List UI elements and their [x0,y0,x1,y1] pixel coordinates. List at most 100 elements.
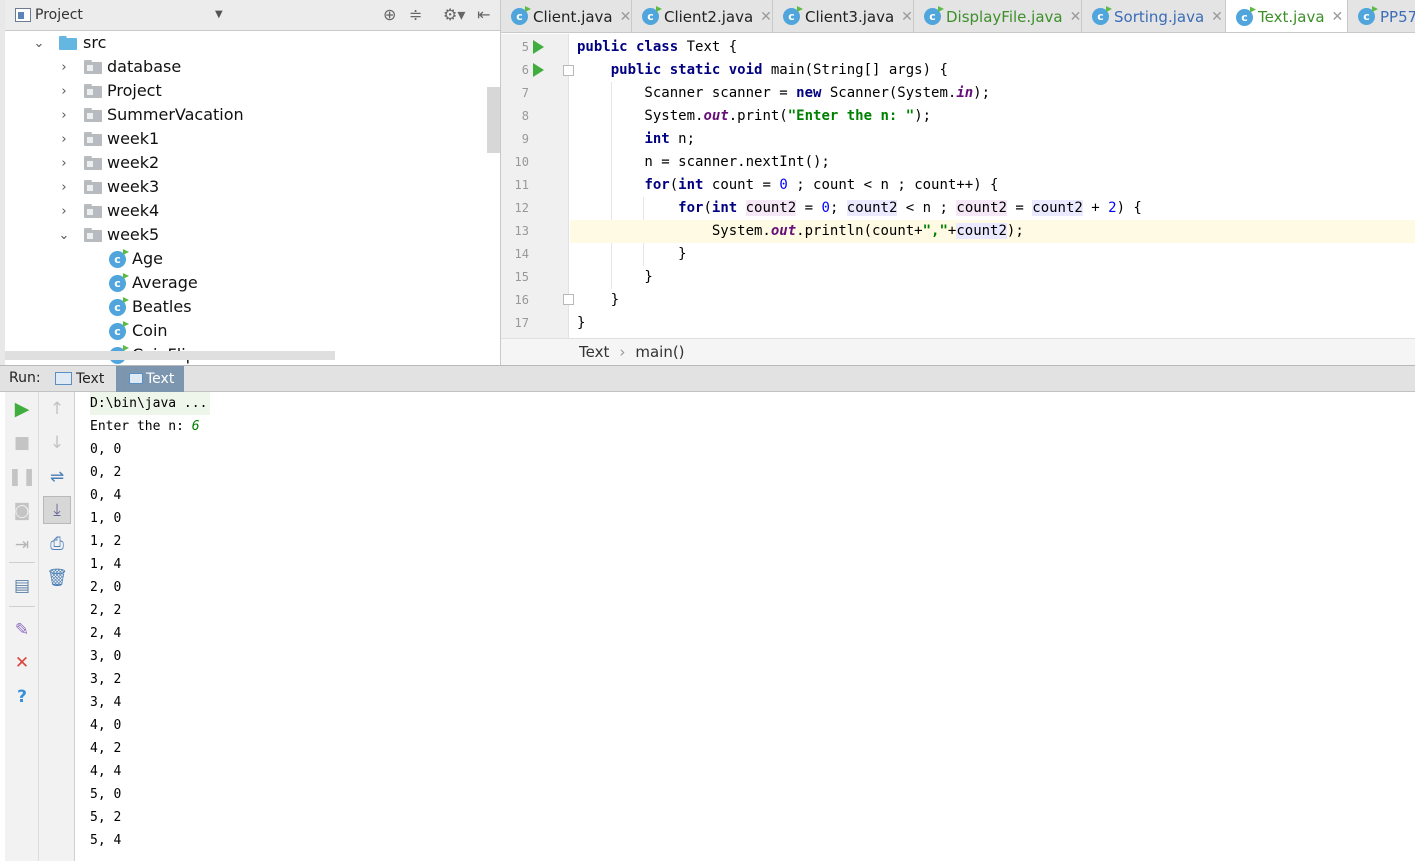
pin-icon[interactable]: ✎ [10,618,34,642]
console-command-line[interactable]: D:\bin\java ... [90,392,211,415]
line-number: 12 [514,201,529,215]
tree-item-beatles[interactable]: c Beatles [5,295,500,319]
collapse-icon[interactable]: ≑ [409,6,422,24]
tree-item-label: Age [132,249,163,268]
tree-vertical-scrollbar[interactable] [487,87,500,153]
tree-item-label: week4 [107,201,160,220]
tab-client-java[interactable]: c Client.java ✕ [501,0,632,32]
stop-icon[interactable]: ■ [10,431,34,455]
tree-item-week3[interactable]: › week3 [5,175,500,199]
trash-icon[interactable]: 🗑 [45,566,69,590]
line-number: 7 [521,86,529,100]
tab-client2-java[interactable]: c Client2.java ✕ [632,0,773,32]
chevron-right-icon[interactable]: › [58,127,70,151]
fold-icon[interactable] [563,65,574,76]
help-icon[interactable]: ? [10,685,34,709]
chevron-down-icon[interactable]: ⌄ [58,223,70,247]
tree-item-database[interactable]: › database [5,55,500,79]
line-number: 13 [514,224,529,238]
chevron-right-icon[interactable]: › [58,103,70,127]
console-line: 3, 0 [90,649,122,664]
close-icon[interactable]: ✕ [1211,9,1223,25]
tab-label: PP57 [1380,7,1415,26]
close-icon[interactable]: ✕ [1332,9,1344,25]
console-line: 1, 2 [90,534,122,549]
code-line: } [577,246,687,262]
chevron-right-icon[interactable]: › [58,175,70,199]
dropdown-icon[interactable]: ▼ [215,9,223,20]
console-prompt: Enter the n: [90,419,192,434]
tab-pp57[interactable]: c PP57 [1348,0,1415,32]
code-editor[interactable]: 5 6 7 8 9 10 11 12 13 14 15 16 17 public… [501,34,1415,338]
run-config-icon [55,372,72,385]
console-output[interactable]: D:\bin\java ... Enter the n: 6 0, 0 0, 2… [90,392,1410,861]
package-icon [84,132,102,146]
tree-item-src[interactable]: ⌄ src [5,31,500,55]
tab-client3-java[interactable]: c Client3.java ✕ [773,0,914,32]
java-class-icon: c [1236,8,1253,26]
tree-horizontal-scrollbar[interactable] [5,351,335,360]
up-arrow-icon[interactable]: ↑ [45,397,69,421]
console-line: 5, 2 [90,810,122,825]
java-class-icon: c [109,251,126,268]
run-tab-text-active[interactable]: Text [116,366,184,392]
close-icon[interactable]: ✕ [760,9,772,25]
layout-icon[interactable]: ▤ [10,574,34,598]
scroll-to-end-icon[interactable]: ⤓ [43,496,71,524]
exit-icon[interactable]: ⇥ [10,533,34,557]
gear-icon[interactable]: ⚙▾ [443,6,465,24]
tree-item-summervacation[interactable]: › SummerVacation [5,103,500,127]
console-line: 0, 4 [90,488,122,503]
down-arrow-icon[interactable]: ↓ [45,431,69,455]
chevron-right-icon[interactable]: › [58,79,70,103]
run-main-icon[interactable] [533,63,544,77]
tree-item-label: Coin [132,321,168,340]
tree-item-week4[interactable]: › week4 [5,199,500,223]
tree-item-week5[interactable]: ⌄ week5 [5,223,500,247]
tab-displayfile-java[interactable]: c DisplayFile.java ✕ [914,0,1082,32]
chevron-right-icon[interactable]: › [58,199,70,223]
close-icon[interactable]: ✕ [620,9,632,25]
target-icon[interactable]: ⊕ [383,6,396,24]
hide-icon[interactable]: ⇤ [477,6,490,24]
tree-item-label: week3 [107,177,160,196]
package-icon [84,180,102,194]
chevron-right-icon[interactable]: › [58,151,70,175]
breadcrumb-item-method[interactable]: main() [635,343,684,361]
tree-item-label: Project [107,81,162,100]
code-line: for(int count2 = 0; count2 < n ; count2 … [678,200,1142,216]
tree-item-average[interactable]: c Average [5,271,500,295]
close-icon[interactable]: ✕ [10,651,34,675]
code-line: } [577,292,620,308]
print-icon[interactable]: ⎙ [45,532,69,556]
close-icon[interactable]: ✕ [901,9,913,25]
run-tab-text[interactable]: Text [46,366,116,392]
dump-threads-icon[interactable]: ◙ [10,499,34,523]
tree-item-week2[interactable]: › week2 [5,151,500,175]
tree-item-label: SummerVacation [107,105,244,124]
pause-icon[interactable]: ❚❚ [8,465,37,489]
package-icon [84,84,102,98]
console-line: 1, 4 [90,557,122,572]
tree-item-coin[interactable]: c Coin [5,319,500,343]
tab-label: Client2.java [664,7,754,26]
tree-item-week1[interactable]: › week1 [5,127,500,151]
line-number: 5 [521,40,529,54]
code-line: System.out.print("Enter the n: "); [577,108,932,124]
chevron-right-icon[interactable]: › [58,55,70,79]
fold-icon[interactable] [563,294,574,305]
tree-item-project[interactable]: › Project [5,79,500,103]
soft-wrap-icon[interactable]: ⇌ [45,465,69,489]
run-class-icon[interactable] [533,40,544,54]
close-icon[interactable]: ✕ [1070,9,1082,25]
tab-label: Client3.java [805,7,895,26]
rerun-icon[interactable]: ▶ [10,397,34,421]
breadcrumb-item-class[interactable]: Text [579,343,609,361]
package-icon [84,60,102,74]
project-panel-title[interactable]: Project [35,7,83,23]
chevron-down-icon[interactable]: ⌄ [33,31,45,55]
console-line: 4, 0 [90,718,122,733]
tab-sorting-java[interactable]: c Sorting.java ✕ [1082,0,1226,32]
tree-item-age[interactable]: c Age [5,247,500,271]
tab-text-java[interactable]: c Text.java ✕ [1226,0,1348,32]
